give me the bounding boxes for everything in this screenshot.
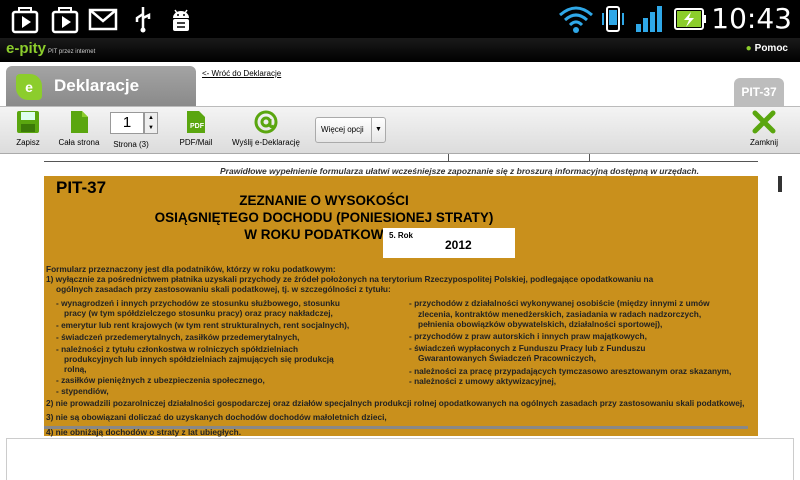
left-item: produkcyjnych lub innych spółdzielniach … (64, 354, 334, 364)
help-link[interactable]: ● Pomoc (746, 43, 788, 54)
declarations-leaf-icon: e (16, 74, 42, 100)
pdf-mail-label: PDF/Mail (179, 138, 213, 147)
status-bar: 10:43 (0, 0, 800, 38)
back-link[interactable]: <- Wróć do Deklaracje (202, 69, 281, 78)
left-item: - należności z tytułu członkostwa w roln… (56, 344, 299, 354)
help-label: Pomoc (754, 43, 788, 54)
left-item: - świadczeń przedemerytalnych, zasiłków … (56, 332, 300, 342)
stepper-up-icon[interactable]: ▲ (145, 113, 157, 123)
vertical-scrollbar[interactable] (778, 176, 782, 192)
whole-page-button[interactable]: Cała strona (54, 109, 104, 147)
intro-line: 1) wyłącznie za pośrednictwem płatnika u… (46, 274, 654, 284)
header-tabs: e Deklaracje <- Wróć do Deklaracje PIT-3… (0, 62, 800, 106)
android-debug-icon (173, 9, 189, 31)
battery-charging-icon (674, 8, 706, 30)
more-options-dropdown[interactable]: Więcej opcji ▼ (315, 117, 386, 143)
gmail-icon (88, 8, 118, 31)
app-logo: e-pity PIT przez internet (6, 40, 95, 57)
send-label: Wyślij e-Deklarację (232, 138, 300, 147)
close-icon (752, 110, 776, 134)
close-button[interactable]: Zamknij (744, 109, 784, 147)
year-field[interactable]: 5. Rok 2012 (383, 228, 515, 258)
footer-panel (6, 438, 794, 480)
intro-line: ogólnych zasadach przy zastosowaniu skal… (56, 284, 391, 294)
left-item: rolną, (64, 364, 87, 374)
logo-name: e-pity (6, 40, 47, 57)
pit37-form: PIT-37 ZEZNANIE O WYSOKOŚCI OSIĄGNIĘTEGO… (44, 176, 758, 437)
right-item: - świadczeń wypłaconych z Funduszu Pracy… (409, 343, 646, 353)
save-icon (17, 111, 39, 133)
at-icon (254, 110, 278, 134)
svg-text:PDF: PDF (190, 123, 205, 130)
page-stepper[interactable]: ▲ ▼ (144, 112, 158, 134)
intro-line: Formularz przeznaczony jest dla podatnik… (46, 264, 336, 274)
save-label: Zapisz (16, 138, 40, 147)
left-item: - zasiłków pieniężnych z ubezpieczenia s… (56, 375, 265, 385)
signal-icon (636, 6, 662, 32)
right-item: zlecenia, kontraktów menedżerskich, zasi… (418, 309, 702, 319)
more-options-label: Więcej opcji (321, 125, 364, 134)
page-label: Strona (3) (113, 140, 149, 149)
year-label: 5. Rok (389, 231, 414, 240)
play-store-icon (11, 7, 39, 34)
stepper-down-icon[interactable]: ▼ (145, 123, 157, 133)
pdf-mail-button[interactable]: PDF PDF/Mail (176, 109, 216, 147)
form-notice: Prawidłowe wypełnienie formularza ułatwi… (220, 166, 699, 176)
numbered-item: 3) nie są obowiązani doliczać do uzyskan… (46, 412, 387, 422)
usb-icon (135, 7, 151, 33)
page-number-input[interactable]: 1 (110, 112, 144, 134)
right-item: Gwarantowanych Świadczeń Pracowniczych, (418, 353, 596, 363)
form-code: PIT-37 (56, 178, 107, 197)
save-button[interactable]: Zapisz (8, 109, 48, 147)
form-title-line: OSIĄGNIĘTEGO DOCHODU (PONIESIONEJ STRATY… (154, 210, 494, 225)
form-grid-row (44, 154, 758, 162)
numbered-item: 2) nie prowadzili pozarolniczej działaln… (46, 398, 745, 408)
form-title-line: ZEZNANIE O WYSOKOŚCI (239, 193, 409, 208)
send-edeclaration-button[interactable]: Wyślij e-Deklarację (229, 109, 303, 147)
toolbar: Zapisz Cała strona 1 ▲ ▼ Strona (3) PDF … (0, 106, 800, 154)
right-item: - należności z umowy aktywizacyjnej, (409, 376, 557, 386)
screen: 10:43 e-pity PIT przez internet ● Pomoc e … (0, 0, 800, 480)
page-icon (71, 111, 88, 133)
left-item: - emerytur lub rent krajowych (w tym ren… (56, 320, 350, 330)
help-dot-icon: ● (745, 43, 752, 54)
clock: 10:43 (711, 2, 792, 35)
tab-declarations-label: Deklaracje (54, 76, 140, 95)
chevron-down-icon: ▼ (371, 118, 385, 142)
horizontal-scrollbar[interactable] (44, 426, 748, 429)
form-viewer[interactable]: Prawidłowe wypełnienie formularza ułatwi… (0, 154, 800, 440)
tab-declarations[interactable]: e Deklaracje (6, 66, 196, 106)
left-item: - wynagrodzeń i innych przychodów ze sto… (56, 298, 340, 308)
right-item: - należności za pracę przypadających tym… (409, 366, 732, 376)
phone-vibrate-icon (602, 6, 624, 32)
left-item: pracy (w tym spółdzielczego stosunku pra… (64, 308, 333, 318)
logo-subtitle: PIT przez internet (48, 49, 96, 55)
play-store-icon (51, 7, 79, 34)
pdf-icon: PDF (187, 111, 205, 133)
tab-pit37[interactable]: PIT-37 (734, 78, 784, 106)
whole-page-label: Cała strona (58, 138, 100, 147)
left-item: - stypendiów, (56, 386, 109, 396)
right-item: pełnienia obowiązków obywatelskich, dzia… (418, 319, 663, 329)
right-item: - przychodów z praw autorskich i innych … (409, 331, 647, 341)
app-bar: e-pity PIT przez internet ● Pomoc (0, 38, 800, 62)
close-label: Zamknij (749, 138, 778, 147)
year-value: 2012 (445, 238, 472, 252)
right-item: - przychodów z działalności wykonywanej … (409, 298, 710, 308)
wifi-icon (559, 6, 593, 33)
